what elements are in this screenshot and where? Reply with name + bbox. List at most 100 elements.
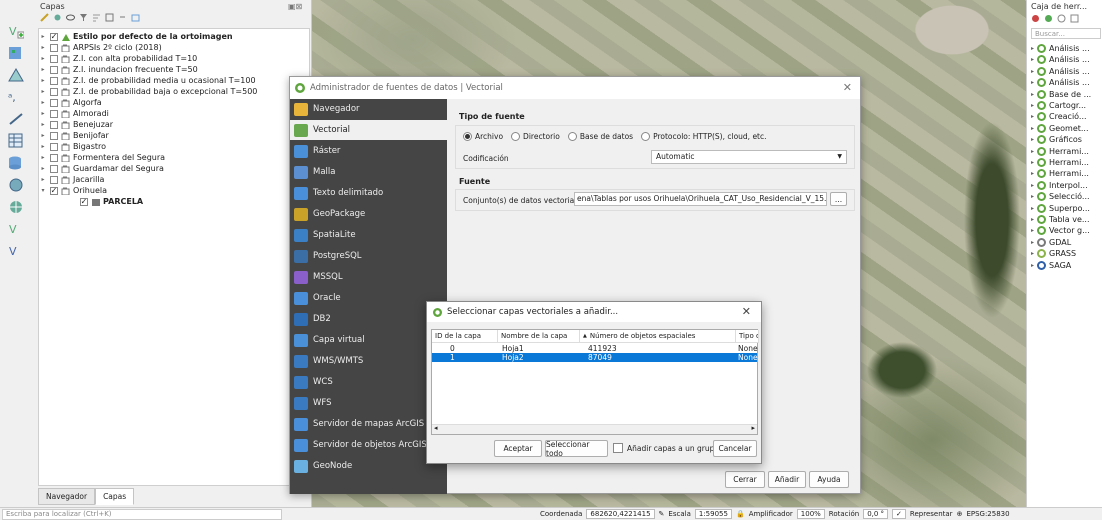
nav-item-malla[interactable]: Malla <box>290 162 447 182</box>
layer-visibility-checkbox[interactable]: ✓ <box>80 197 88 206</box>
toolbox-item[interactable]: ▸ Interpol... <box>1031 180 1088 191</box>
table-row[interactable]: 1 Hoja2 87049 None <box>432 353 758 362</box>
crs-globe-icon[interactable]: ⊕ <box>957 510 963 518</box>
chevron-right-icon[interactable]: ▸ <box>1031 182 1034 189</box>
visibility-icon[interactable] <box>66 13 75 22</box>
tab-capas[interactable]: Capas <box>95 488 135 505</box>
crs-label[interactable]: EPSG:25830 <box>966 510 1009 518</box>
radio-base-datos[interactable] <box>567 132 577 141</box>
add-web-layer-icon[interactable] <box>6 176 26 194</box>
layer-visibility-checkbox[interactable] <box>50 153 58 162</box>
add-line-icon[interactable] <box>6 110 26 128</box>
nav-item-mssql[interactable]: MSSQL <box>290 267 447 287</box>
layer-tree-item[interactable]: ▾ ✓ Orihuela <box>39 185 309 196</box>
add-to-group-checkbox[interactable] <box>613 443 623 453</box>
chevron-right-icon[interactable]: ▸ <box>39 55 47 62</box>
chevron-right-icon[interactable]: ▸ <box>1031 170 1034 177</box>
nav-item-servidor-de-mapas-arcgis[interactable]: Servidor de mapas ArcGIS <box>290 414 447 434</box>
layer-tree-item[interactable]: ▸ Jacarilla <box>39 174 309 185</box>
table-row[interactable]: 0 Hoja1 411923 None <box>432 344 758 353</box>
chevron-right-icon[interactable]: ▸ <box>1031 159 1034 166</box>
toolbox-item[interactable]: ▸ Análisis ... <box>1031 54 1090 65</box>
chevron-right-icon[interactable]: ▸ <box>1031 45 1034 52</box>
layer-tree-item[interactable]: ▸ Formentera del Segura <box>39 152 309 163</box>
toolbox-item[interactable]: ▸ Superpo... <box>1031 203 1090 214</box>
results-icon[interactable] <box>1070 14 1079 23</box>
chevron-right-icon[interactable]: ▸ <box>1031 102 1034 109</box>
layer-tree-item[interactable]: ▸ ✓ Estilo por defecto de la ortoimagen <box>39 31 309 42</box>
coordinate-field[interactable]: 682620,4221415 <box>586 509 655 519</box>
encoding-select[interactable]: Automatic ▼ <box>651 150 847 164</box>
cancel-button[interactable]: Cancelar <box>713 440 757 457</box>
toolbox-item[interactable]: ▸ Vector g... <box>1031 225 1090 236</box>
chevron-right-icon[interactable]: ▸ <box>39 99 47 106</box>
toolbox-item[interactable]: ▸ GDAL <box>1031 237 1071 248</box>
chevron-right-icon[interactable]: ▸ <box>39 143 47 150</box>
close-button[interactable]: Cerrar <box>725 471 765 488</box>
add-vector-layer-icon[interactable]: V <box>6 22 26 40</box>
layer-tree[interactable]: ▸ ✓ Estilo por defecto de la ortoimagen ▸ AR… <box>38 28 310 486</box>
chevron-right-icon[interactable]: ▸ <box>1031 136 1034 143</box>
browse-button[interactable]: ... <box>830 192 847 206</box>
nav-item-wcs[interactable]: WCS <box>290 372 447 392</box>
rotation-field[interactable]: 0,0 ° <box>863 509 889 519</box>
scroll-left-icon[interactable]: ◂ <box>434 424 438 432</box>
add-button[interactable]: Añadir <box>768 471 806 488</box>
toolbox-item[interactable]: ▸ Análisis ... <box>1031 43 1090 54</box>
render-checkbox[interactable]: ✓ <box>892 509 906 519</box>
scripts-icon[interactable] <box>1044 14 1053 23</box>
toolbox-item[interactable]: ▸ Herrami... <box>1031 168 1089 179</box>
radio-directorio[interactable] <box>511 132 521 141</box>
chevron-right-icon[interactable]: ▸ <box>1031 113 1034 120</box>
layer-tree-item[interactable]: ▸ Guardamar del Segura <box>39 163 309 174</box>
chevron-right-icon[interactable]: ▸ <box>1031 56 1034 63</box>
col-header-name[interactable]: Nombre de la capa <box>498 330 580 343</box>
panel-float-close-icon[interactable]: ▣⊠ <box>288 2 302 11</box>
chevron-right-icon[interactable]: ▸ <box>1031 125 1034 132</box>
toolbox-item[interactable]: ▸ Cartogr... <box>1031 100 1086 111</box>
style-icon[interactable] <box>40 13 49 22</box>
layer-tree-item[interactable]: ▸ Benejuzar <box>39 119 309 130</box>
layer-tree-item[interactable]: ▸ Almoradi <box>39 108 309 119</box>
nav-item-navegador[interactable]: Navegador <box>290 99 447 119</box>
layer-visibility-checkbox[interactable] <box>50 131 58 140</box>
magnifier-field[interactable]: 100% <box>796 509 825 519</box>
layer-visibility-checkbox[interactable] <box>50 87 58 96</box>
scale-field[interactable]: 1:59055 <box>694 509 732 519</box>
chevron-right-icon[interactable]: ▸ <box>1031 205 1034 212</box>
close-icon[interactable]: ✕ <box>843 81 852 94</box>
nav-item-spatialite[interactable]: SpatiaLite <box>290 225 447 245</box>
add-raster-layer-icon[interactable] <box>6 44 26 62</box>
chevron-right-icon[interactable]: ▸ <box>1031 68 1034 75</box>
chevron-right-icon[interactable]: ▸ <box>1031 250 1034 257</box>
add-delimited-text-icon[interactable]: ᵃ, <box>6 88 26 106</box>
add-db-layer-icon[interactable] <box>6 154 26 172</box>
layer-visibility-checkbox[interactable] <box>50 142 58 151</box>
chevron-right-icon[interactable]: ▸ <box>39 121 47 128</box>
collapse-all-icon[interactable] <box>118 13 127 22</box>
toolbox-item[interactable]: ▸ Análisis ... <box>1031 77 1090 88</box>
layer-tree-item[interactable]: ▸ Z.I. inundacion frecuente T=50 <box>39 64 309 75</box>
chevron-right-icon[interactable]: ▸ <box>39 33 47 40</box>
chevron-right-icon[interactable]: ▸ <box>39 132 47 139</box>
col-header-count[interactable]: ▲ Número de objetos espaciales <box>580 330 736 343</box>
chevron-right-icon[interactable]: ▸ <box>1031 227 1034 234</box>
layer-tree-item[interactable]: ▸ Benijofar <box>39 130 309 141</box>
chevron-right-icon[interactable]: ▸ <box>39 154 47 161</box>
toolbox-item[interactable]: ▸ Gráficos <box>1031 134 1082 145</box>
nav-item-servidor-de-objetos-arcgis[interactable]: Servidor de objetos ArcGIS <box>290 435 447 455</box>
chevron-right-icon[interactable]: ▸ <box>39 165 47 172</box>
toolbox-item[interactable]: ▸ Selecció... <box>1031 191 1090 202</box>
locator-search-input[interactable]: Escriba para localizar (Ctrl+K) <box>2 509 282 520</box>
chevron-right-icon[interactable]: ▸ <box>1031 239 1034 246</box>
layer-tree-item[interactable]: ▸ ARPSIs 2º ciclo (2018) <box>39 42 309 53</box>
nav-item-postgresql[interactable]: PostgreSQL <box>290 246 447 266</box>
extents-toggle-icon[interactable]: ✎ <box>659 510 665 518</box>
layer-visibility-checkbox[interactable] <box>50 54 58 63</box>
layer-tree-item[interactable]: ▸ Bigastro <box>39 141 309 152</box>
layer-tree-item[interactable]: ✓ PARCELA <box>39 196 309 207</box>
help-button[interactable]: Ayuda <box>809 471 849 488</box>
select-all-button[interactable]: Seleccionar todo <box>545 440 608 458</box>
nav-item-oracle[interactable]: Oracle <box>290 288 447 308</box>
history-icon[interactable] <box>1057 14 1066 23</box>
